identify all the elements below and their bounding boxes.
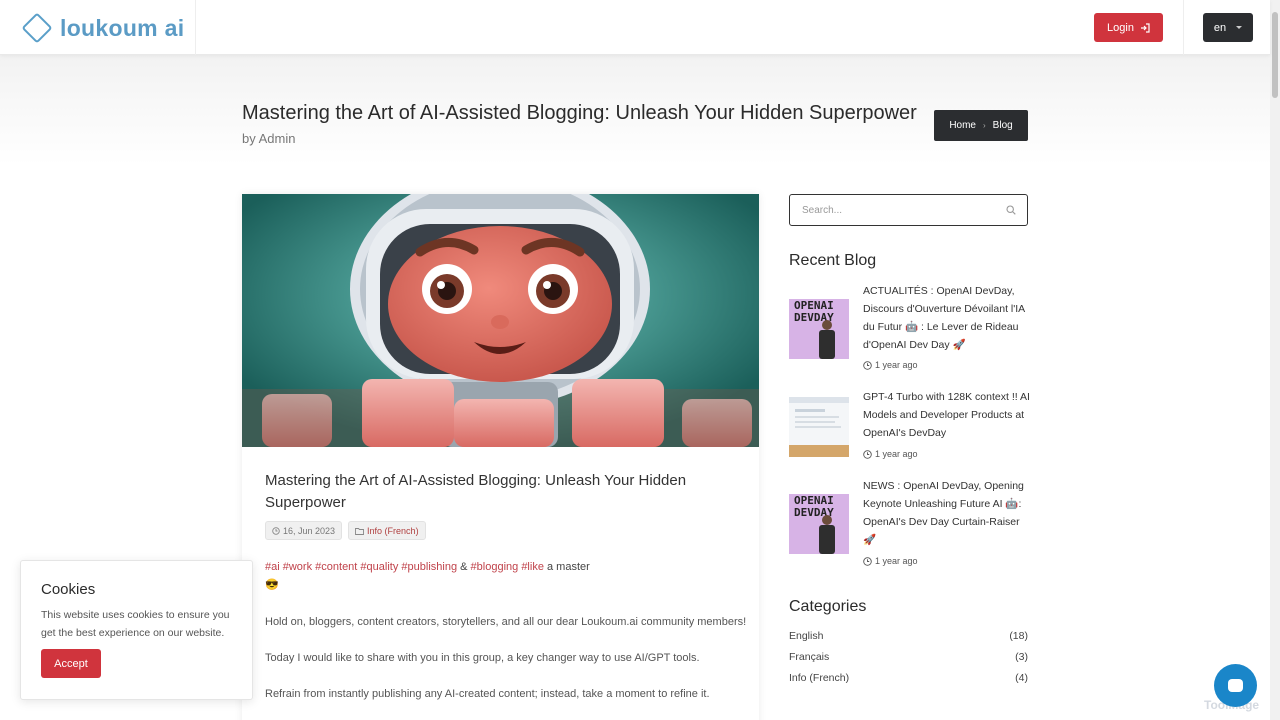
login-label: Login [1107, 21, 1134, 34]
categories-heading: Categories [789, 598, 867, 615]
folder-icon [355, 527, 364, 535]
category-name: Info (French) [789, 672, 850, 684]
cookie-consent-popup: Cookies This website uses cookies to ens… [20, 560, 253, 700]
post-paragraph: Today I would like to share with you in … [265, 652, 700, 664]
chevron-down-icon [1236, 26, 1243, 29]
hashtag-link[interactable]: #quality [360, 561, 398, 573]
header-divider [1183, 0, 1184, 55]
tag-separator: & [460, 561, 468, 573]
login-arrow-icon [1140, 22, 1150, 33]
recent-blog-ago: 1 year ago [875, 556, 918, 566]
search-icon[interactable] [1006, 205, 1016, 215]
post-title[interactable]: Mastering the Art of AI-Assisted Bloggin… [265, 470, 735, 514]
logo-text: loukoum ai [60, 14, 185, 41]
recent-blog-item[interactable]: OPENAI DEVDAY ACTUALITÉS : OpenAI DevDay… [789, 282, 1028, 378]
clock-icon [863, 449, 872, 459]
hashtag-link[interactable]: #content [315, 561, 357, 573]
post-date: 16, Jun 2023 [283, 525, 336, 536]
speaker-silhouette [819, 515, 835, 554]
recent-blog-thumbnail: OPENAI DEVDAY [789, 299, 849, 359]
recent-blog-item[interactable]: OPENAI DEVDAY NEWS : OpenAI DevDay, Open… [789, 477, 1028, 572]
category-count: (18) [1009, 630, 1028, 642]
page-title: Mastering the Art of AI-Assisted Bloggin… [242, 102, 917, 124]
category-name: Français [789, 651, 830, 663]
hashtag-link[interactable]: #work [283, 561, 312, 573]
recent-blog-ago: 1 year ago [875, 449, 918, 459]
header-divider [195, 0, 196, 55]
post-hero-image [242, 194, 759, 447]
robot-illustration [242, 194, 759, 447]
sunglasses-emoji: 😎 [265, 579, 279, 591]
logo[interactable]: loukoum ai [21, 12, 185, 44]
recent-blog-title[interactable]: GPT-4 Turbo with 128K context !! AI Mode… [863, 388, 1031, 442]
post-category: Info (French) [367, 525, 419, 536]
clock-icon [863, 360, 872, 370]
language-select[interactable]: en [1203, 13, 1253, 42]
clock-icon [272, 526, 280, 535]
post-category-badge[interactable]: Info (French) [348, 521, 426, 540]
cookie-text: This website uses cookies to ensure you … [41, 609, 230, 639]
recent-blog-title[interactable]: NEWS : OpenAI DevDay, Opening Keynote Un… [863, 477, 1031, 549]
login-button[interactable]: Login [1094, 13, 1163, 42]
recent-blog-thumbnail: OPENAI DEVDAY [789, 494, 849, 554]
chat-button[interactable] [1214, 664, 1257, 707]
breadcrumb-home[interactable]: Home [949, 120, 976, 131]
post-meta: 16, Jun 2023 Info (French) [265, 521, 426, 540]
breadcrumb: Home › Blog [934, 110, 1028, 141]
hashtag-link[interactable]: #blogging [471, 561, 519, 573]
cookie-title: Cookies [41, 581, 96, 598]
screenshot-thumbnail [789, 397, 849, 457]
tag-trailing-text: a master [547, 561, 590, 573]
blog-post-card: Mastering the Art of AI-Assisted Bloggin… [242, 194, 759, 720]
top-navbar: loukoum ai Login en [0, 0, 1270, 55]
post-hashtags: #ai #work #content #quality #publishing … [265, 561, 590, 573]
search-input[interactable] [802, 202, 992, 218]
category-item[interactable]: Français (3) [789, 651, 1028, 663]
recent-blog-title[interactable]: ACTUALITÉS : OpenAI DevDay, Discours d'O… [863, 282, 1031, 354]
search-box [789, 194, 1028, 226]
recent-blog-date: 1 year ago [863, 360, 918, 370]
post-paragraph: Refrain from instantly publishing any AI… [265, 688, 710, 700]
breadcrumb-blog[interactable]: Blog [993, 120, 1013, 131]
logo-diamond-icon [21, 12, 53, 44]
accept-cookies-button[interactable]: Accept [41, 649, 101, 678]
clock-icon [863, 556, 872, 566]
recent-blog-date: 1 year ago [863, 556, 918, 566]
recent-blog-ago: 1 year ago [875, 360, 918, 370]
category-count: (3) [1015, 651, 1028, 663]
author-byline: by Admin [242, 131, 296, 146]
hashtag-link[interactable]: #publishing [401, 561, 457, 573]
post-paragraph: Hold on, bloggers, content creators, sto… [265, 616, 747, 628]
scrollbar-thumb[interactable] [1272, 12, 1278, 98]
language-value: en [1213, 21, 1227, 34]
breadcrumb-separator-icon: › [983, 121, 986, 130]
category-item[interactable]: Info (French) (4) [789, 672, 1028, 684]
category-name: English [789, 630, 824, 642]
post-date-badge: 16, Jun 2023 [265, 521, 343, 540]
speaker-silhouette [819, 320, 835, 359]
hashtag-link[interactable]: #like [521, 561, 544, 573]
recent-blog-thumbnail [789, 397, 849, 457]
recent-blog-heading: Recent Blog [789, 252, 877, 269]
chat-bubble-icon [1228, 679, 1243, 692]
category-item[interactable]: English (18) [789, 630, 1028, 642]
category-count: (4) [1015, 672, 1028, 684]
hashtag-link[interactable]: #ai [265, 561, 280, 573]
recent-blog-item[interactable]: GPT-4 Turbo with 128K context !! AI Mode… [789, 388, 1031, 464]
page-scrollbar[interactable] [1270, 0, 1280, 720]
recent-blog-date: 1 year ago [863, 449, 918, 459]
